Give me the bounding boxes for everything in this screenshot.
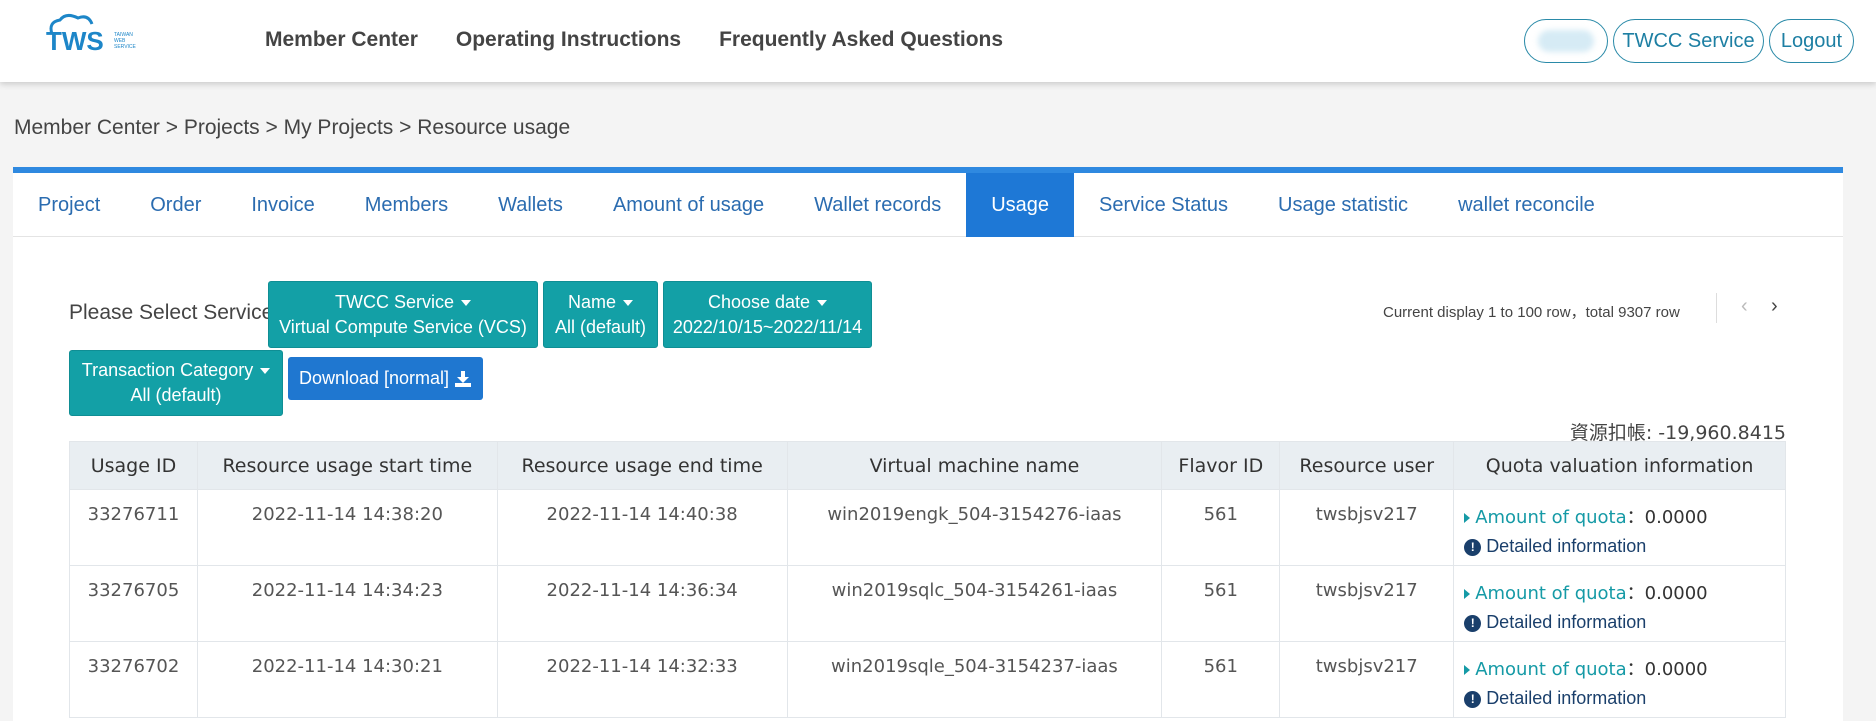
cell-flavor-id: 561 [1161,641,1281,718]
detailed-information-link[interactable]: Detailed information [1486,612,1646,632]
date-dropdown-value: 2022/10/15~2022/11/14 [672,316,863,337]
quota-value: ：0.0000 [1626,659,1708,680]
cell-end-time: 2022-11-14 14:32:33 [496,641,788,718]
name-dropdown-value: All (default) [554,316,647,337]
cell-flavor-id: 561 [1161,565,1281,642]
breadcrumb: Member Center > Projects > My Projects >… [14,116,571,139]
tab-usage[interactable]: Usage [966,173,1075,237]
main-panel: Project Order Invoice Members Wallets Am… [13,167,1843,721]
svg-text:SERVICE: SERVICE [114,44,137,50]
cell-usage-id: 33276705 [69,565,198,642]
service-dropdown[interactable]: TWCC Service Virtual Compute Service (VC… [268,281,538,348]
amount-of-quota-link[interactable]: Amount of quota [1475,507,1626,528]
cell-vm-name: win2019sqlc_504-3154261-iaas [786,565,1163,642]
table-row: 33276702 2022-11-14 14:30:21 2022-11-14 … [69,641,1786,718]
twcc-service-button[interactable]: TWCC Service [1613,19,1764,63]
cell-quota-info: Amount of quota：0.0000 ! Detailed informa… [1453,565,1786,642]
info-icon: ! [1464,538,1482,556]
main-nav: Member Center Operating Instructions Fre… [265,28,1003,52]
download-button-label: Download [normal] [298,368,450,388]
name-dropdown[interactable]: Name All (default) [543,281,658,348]
info-icon: ! [1464,614,1482,632]
cell-end-time: 2022-11-14 14:40:38 [496,489,788,566]
tab-members[interactable]: Members [340,173,473,237]
nav-member-center[interactable]: Member Center [265,28,418,52]
pagination-info: Current display 1 to 100 row，total 9307 … [1383,304,1680,321]
select-service-label: Please Select Service [69,301,274,324]
category-dropdown-title: Transaction Category [81,360,254,380]
user-account-button[interactable] [1524,19,1608,63]
col-quota-info[interactable]: Quota valuation information [1453,441,1786,490]
tab-service-status[interactable]: Service Status [1074,173,1253,237]
cell-flavor-id: 561 [1161,489,1281,566]
cell-quota-info: Amount of quota：0.0000 ! Detailed informa… [1453,641,1786,718]
col-vm-name[interactable]: Virtual machine name [786,441,1163,490]
caret-down-icon [623,299,633,306]
blurred-username [1538,30,1594,52]
cell-usage-id: 33276711 [69,489,198,566]
cell-start-time: 2022-11-14 14:38:20 [196,489,498,566]
cell-vm-name: win2019engk_504-3154276-iaas [786,489,1163,566]
category-dropdown-value: All (default) [130,385,222,405]
svg-text:TWS: TWS [46,26,104,56]
cell-end-time: 2022-11-14 14:36:34 [496,565,788,642]
service-dropdown-value: Virtual Compute Service (VCS) [279,316,527,337]
prev-page-icon[interactable]: ‹ [1741,295,1748,318]
download-button[interactable]: Download [normal] [288,357,483,400]
download-icon [455,370,472,387]
name-dropdown-title: Name [567,291,616,312]
detailed-information-link[interactable]: Detailed information [1486,688,1646,708]
col-resource-user[interactable]: Resource user [1279,441,1455,490]
tab-bar: Project Order Invoice Members Wallets Am… [13,173,1843,237]
nav-faq[interactable]: Frequently Asked Questions [719,28,1003,52]
col-usage-id[interactable]: Usage ID [69,441,198,490]
col-end-time[interactable]: Resource usage end time [496,441,788,490]
table-row: 33276705 2022-11-14 14:34:23 2022-11-14 … [69,565,1786,642]
detailed-information-link[interactable]: Detailed information [1486,536,1646,556]
tab-wallet-records[interactable]: Wallet records [789,173,966,237]
cell-start-time: 2022-11-14 14:34:23 [196,565,498,642]
tab-invoice[interactable]: Invoice [226,173,339,237]
next-page-icon[interactable]: › [1771,295,1778,318]
caret-down-icon [461,299,471,306]
col-start-time[interactable]: Resource usage start time [196,441,498,490]
date-dropdown-title: Choose date [707,291,811,312]
tab-wallets[interactable]: Wallets [473,173,588,237]
tws-logo[interactable]: TWS TAIWAN WEB SERVICE [44,12,164,58]
date-dropdown[interactable]: Choose date 2022/10/15~2022/11/14 [663,281,872,348]
nav-operating-instructions[interactable]: Operating Instructions [456,28,681,52]
tab-order[interactable]: Order [125,173,226,237]
logout-button[interactable]: Logout [1769,19,1854,63]
table-row: 33276711 2022-11-14 14:38:20 2022-11-14 … [69,489,1786,566]
service-dropdown-title: TWCC Service [334,291,454,312]
table-header-row: Usage ID Resource usage start time Resou… [69,441,1786,490]
tab-usage-statistic[interactable]: Usage statistic [1253,173,1433,237]
usage-table: Usage ID Resource usage start time Resou… [69,441,1786,718]
amount-of-quota-link[interactable]: Amount of quota [1475,659,1626,680]
tab-wallet-reconcile[interactable]: wallet reconcile [1433,173,1620,237]
transaction-category-dropdown[interactable]: Transaction Category All (default) [69,350,283,416]
cell-vm-name: win2019sqle_504-3154237-iaas [786,641,1163,718]
caret-right-icon [1464,589,1471,599]
col-flavor-id[interactable]: Flavor ID [1161,441,1281,490]
pager-divider [1716,293,1717,323]
quota-value: ：0.0000 [1626,583,1708,604]
info-icon: ! [1464,690,1482,708]
cell-resource-user: twsbjsv217 [1279,489,1455,566]
quota-value: ：0.0000 [1626,507,1708,528]
cell-resource-user: twsbjsv217 [1279,641,1455,718]
amount-of-quota-link[interactable]: Amount of quota [1475,583,1626,604]
cell-resource-user: twsbjsv217 [1279,565,1455,642]
cell-usage-id: 33276702 [69,641,198,718]
cell-quota-info: Amount of quota：0.0000 ! Detailed informa… [1453,489,1786,566]
caret-right-icon [1464,513,1471,523]
cell-start-time: 2022-11-14 14:30:21 [196,641,498,718]
tab-project[interactable]: Project [13,173,125,237]
caret-down-icon [817,299,828,306]
top-header: TWS TAIWAN WEB SERVICE Member Center Ope… [0,0,1876,82]
caret-right-icon [1464,665,1471,675]
tab-amount-of-usage[interactable]: Amount of usage [588,173,789,237]
caret-down-icon [260,368,271,375]
